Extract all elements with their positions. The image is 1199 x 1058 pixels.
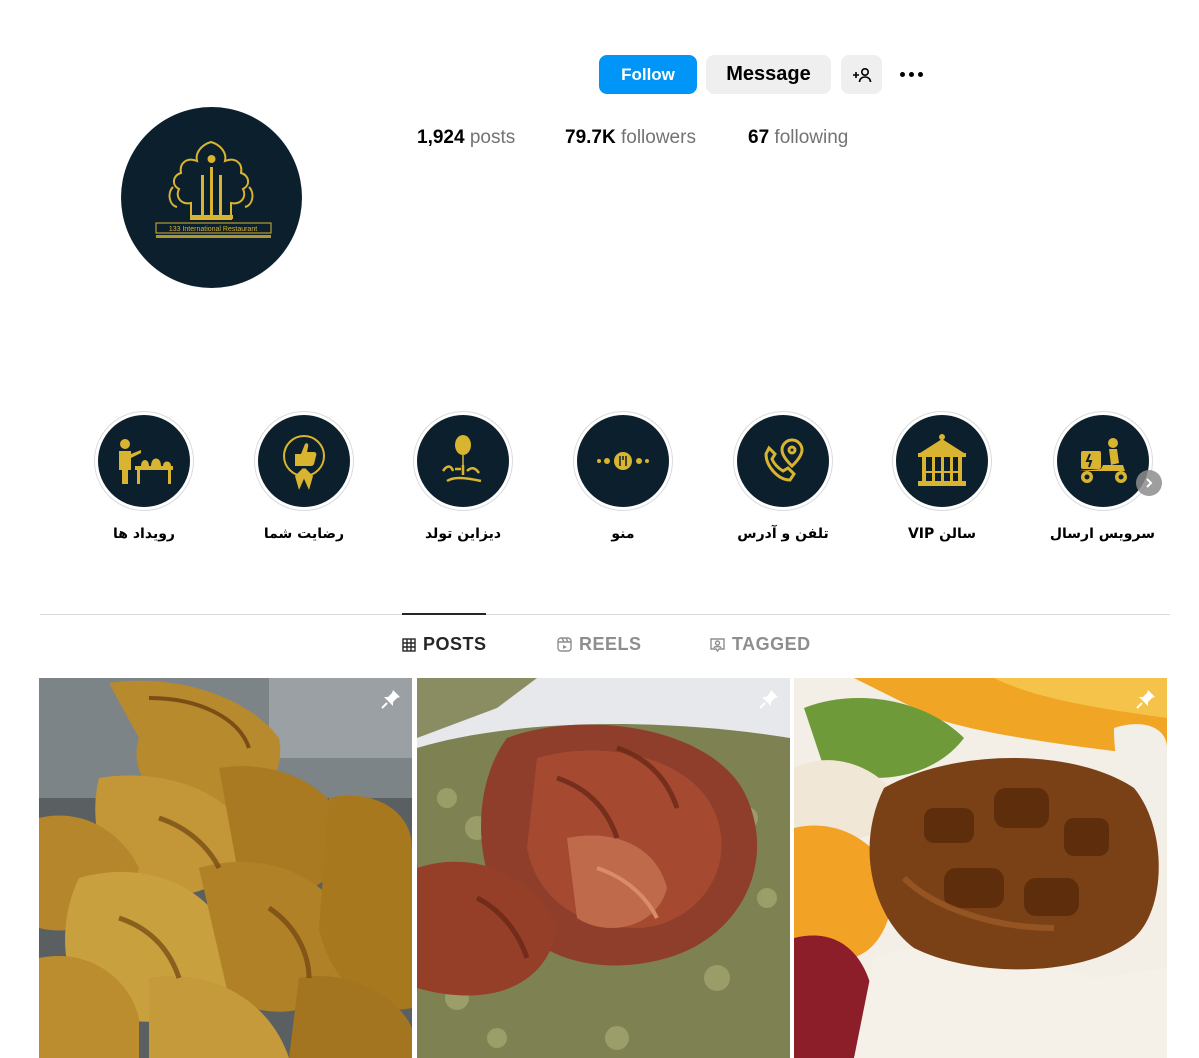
delivery-scooter-icon [1079, 438, 1127, 483]
highlight-birthday[interactable]: دیزاین تولد [411, 411, 515, 542]
tab-posts-label: POSTS [423, 634, 487, 654]
add-person-icon [852, 67, 871, 82]
follow-button[interactable]: Follow [599, 55, 697, 94]
tab-divider [40, 614, 1170, 615]
tab-reels[interactable]: REELS [557, 634, 642, 655]
highlight-events[interactable]: رویداد ها [92, 411, 196, 542]
tab-tagged[interactable]: TAGGED [710, 634, 811, 655]
post-image-stew-rice [794, 678, 1167, 1058]
highlight-label: رویداد ها [113, 526, 175, 542]
tab-posts[interactable]: POSTS [402, 634, 487, 655]
followers-count-value: 79.7K [565, 127, 616, 148]
following-count-label: following [774, 127, 849, 148]
pin-icon [1136, 690, 1155, 709]
highlight-phone-address[interactable]: تلفن و آدرس [731, 411, 835, 542]
highlight-menu[interactable]: منو [571, 411, 675, 542]
happy-birthday-icon [441, 435, 482, 483]
following-count-value: 67 [748, 127, 770, 148]
highlight-label: منو [611, 526, 635, 542]
suggested-accounts-button[interactable] [841, 55, 882, 94]
chevron-right-icon[interactable] [1136, 470, 1162, 496]
followers-count[interactable]: 79.7K followers [565, 127, 696, 149]
post-image-lamb-rice [417, 678, 790, 1058]
active-tab-indicator [402, 613, 486, 615]
highlight-label: تلفن و آدرس [737, 526, 829, 542]
posts-count-label: posts [469, 127, 516, 148]
followers-count-label: followers [620, 127, 696, 148]
restaurant-logo-text: 133 International Restaurant [169, 226, 257, 233]
reels-icon [557, 637, 572, 652]
highlight-label: سالن VIP [907, 526, 977, 542]
post-tile[interactable] [794, 678, 1167, 1058]
highlight-satisfaction[interactable]: رضایت شما [252, 411, 356, 542]
highlight-vip-hall[interactable]: سالن VIP [890, 411, 994, 542]
pin-icon [381, 690, 400, 709]
posts-count-value: 1,924 [417, 127, 465, 148]
tab-tagged-label: TAGGED [732, 634, 811, 654]
pin-icon [759, 690, 778, 709]
thumbs-up-badge-icon [283, 435, 325, 490]
phone-location-icon [764, 438, 804, 482]
following-count[interactable]: 67 following [748, 127, 848, 149]
grid-icon [402, 637, 416, 652]
post-tile[interactable] [39, 678, 412, 1058]
profile-avatar[interactable]: 133 International Restaurant [121, 107, 302, 288]
more-options-icon[interactable] [894, 60, 928, 88]
highlight-label: سرویس ارسال [1049, 526, 1155, 542]
message-button[interactable]: Message [706, 55, 831, 94]
waiter-buffet-icon [119, 439, 173, 484]
gazebo-icon [918, 434, 966, 486]
post-image-fried-chicken [39, 678, 412, 1058]
posts-count: 1,924 posts [417, 127, 515, 149]
highlight-label: دیزاین تولد [424, 526, 502, 542]
post-tile[interactable] [417, 678, 790, 1058]
highlight-label: رضایت شما [263, 526, 345, 542]
restaurant-logo: 133 International Restaurant [155, 140, 272, 238]
tagged-icon [710, 638, 725, 652]
menu-ornament-icon [597, 452, 649, 470]
tab-reels-label: REELS [579, 634, 642, 654]
